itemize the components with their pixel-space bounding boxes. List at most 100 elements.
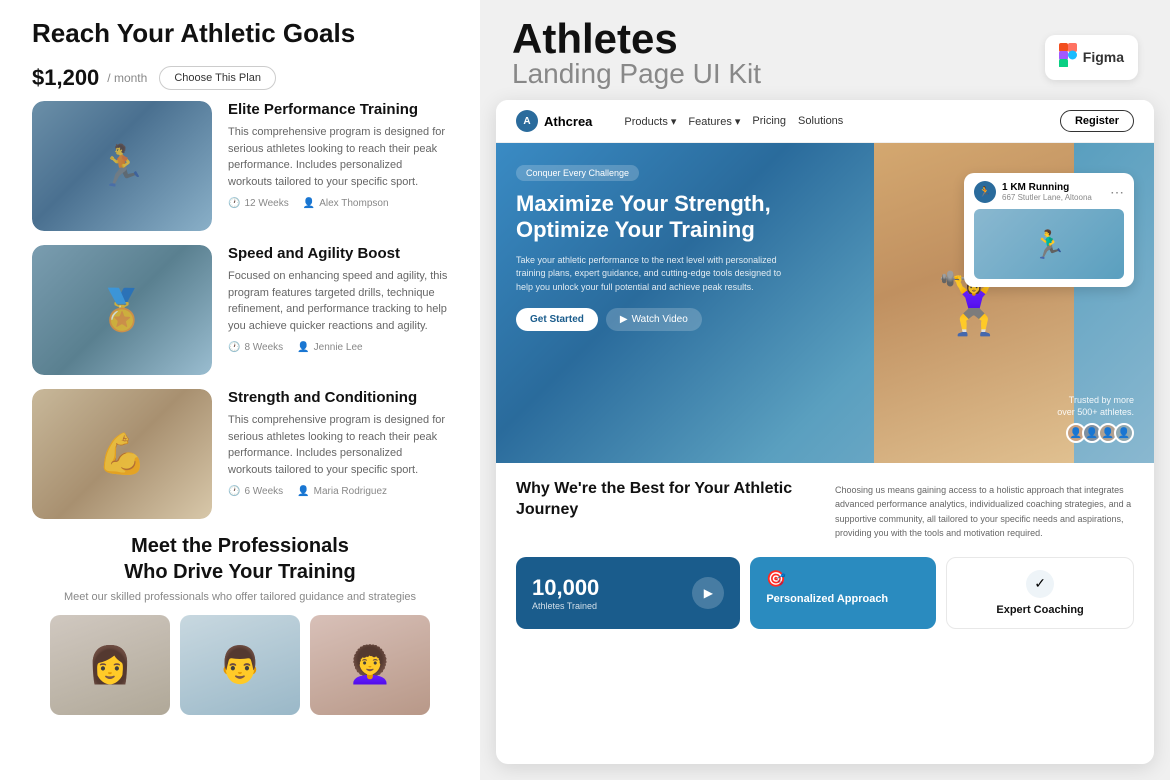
running-card: 🏃 1 KM Running 667 Stutler Lane, Altoona… (964, 173, 1134, 287)
program-title-3: Strength and Conditioning (228, 389, 448, 406)
choose-plan-button[interactable]: Choose This Plan (159, 66, 276, 90)
title-area: Athletes Landing Page UI Kit Figma (480, 0, 1170, 100)
personalized-title: Personalized Approach (766, 593, 920, 605)
program-title-2: Speed and Agility Boost (228, 245, 448, 262)
price-amount: $1,200 (32, 65, 99, 91)
professionals-section: Meet the ProfessionalsWho Drive Your Tra… (32, 533, 448, 715)
avatar-4: 👤 (1114, 423, 1134, 443)
page-title: Reach Your Athletic Goals (32, 0, 448, 61)
professional-card-1 (50, 615, 170, 715)
duration-2: 8 Weeks (244, 342, 283, 353)
personalized-icon: 🎯 (766, 569, 920, 589)
nav-link-products[interactable]: Products ▾ (624, 115, 676, 128)
play-button[interactable]: ▶ (692, 577, 724, 609)
program-meta-2: 🕐 8 Weeks 👤 Jennie Lee (228, 342, 448, 353)
program-info-1: Elite Performance Training This comprehe… (228, 101, 448, 209)
professionals-subtitle: Meet our skilled professionals who offer… (32, 591, 448, 603)
get-started-button[interactable]: Get Started (516, 308, 598, 331)
program-image-1 (32, 101, 212, 231)
right-panel: Athletes Landing Page UI Kit Figma A (480, 0, 1170, 780)
professional-card-3 (310, 615, 430, 715)
hero-title: Maximize Your Strength, Optimize Your Tr… (516, 191, 796, 244)
athletes-number: 10,000 (532, 575, 599, 601)
why-title: Why We're the Best for Your Athletic Jou… (516, 479, 815, 521)
running-card-menu-icon[interactable]: ⋯ (1110, 184, 1124, 201)
hero-buttons: Get Started ▶ Watch Video (516, 308, 796, 331)
hero-description: Take your athletic performance to the ne… (516, 254, 796, 295)
figma-label: Figma (1083, 49, 1124, 65)
left-panel: Reach Your Athletic Goals $1,200 / month… (0, 0, 480, 780)
running-card-header: 🏃 1 KM Running 667 Stutler Lane, Altoona… (974, 181, 1124, 203)
watch-video-label: Watch Video (632, 314, 688, 325)
why-left: Why We're the Best for Your Athletic Jou… (516, 479, 815, 541)
why-right: Choosing us means gaining access to a ho… (835, 479, 1134, 541)
nav-links: Products ▾ Features ▾ Pricing Solutions (624, 115, 843, 128)
stat-card-athletes: 10,000 Athletes Trained ▶ (516, 557, 740, 629)
program-info-3: Strength and Conditioning This comprehen… (228, 389, 448, 497)
pricing-section: $1,200 / month Choose This Plan (32, 61, 448, 91)
running-card-image: 🏃‍♂️ (974, 209, 1124, 279)
logo-icon: A (516, 110, 538, 132)
landing-logo: A Athcrea (516, 110, 592, 132)
kit-subtitle: Landing Page UI Kit (512, 60, 761, 88)
stat-card-coaching: ✓ Expert Coaching (946, 557, 1134, 629)
kit-title-block: Athletes Landing Page UI Kit (512, 18, 761, 88)
play-icon: ▶ (620, 314, 628, 325)
landing-preview: A Athcrea Products ▾ Features ▾ Pricing … (496, 100, 1154, 764)
program-image-3 (32, 389, 212, 519)
landing-hero: Conquer Every Challenge Maximize Your St… (496, 143, 1154, 463)
watch-video-button[interactable]: ▶ Watch Video (606, 308, 702, 331)
running-card-subtitle: 667 Stutler Lane, Altoona (1002, 193, 1092, 202)
nav-link-pricing[interactable]: Pricing (752, 115, 786, 128)
duration-3: 6 Weeks (244, 486, 283, 497)
program-card-3: Strength and Conditioning This comprehen… (32, 389, 448, 519)
why-section: Why We're the Best for Your Athletic Jou… (496, 463, 1154, 557)
program-desc-2: Focused on enhancing speed and agility, … (228, 268, 448, 334)
coach-3: Maria Rodriguez (314, 486, 387, 497)
duration-1: 12 Weeks (244, 198, 288, 209)
figma-icon (1059, 43, 1077, 72)
program-info-2: Speed and Agility Boost Focused on enhan… (228, 245, 448, 353)
nav-link-features[interactable]: Features ▾ (688, 115, 740, 128)
person-icon-1: 👤 (303, 198, 315, 209)
coach-1: Alex Thompson (319, 198, 388, 209)
hero-content: Conquer Every Challenge Maximize Your St… (516, 163, 796, 331)
trusted-text: Trusted by moreover 500+ athletes. (1057, 394, 1134, 419)
program-title-1: Elite Performance Training (228, 101, 448, 118)
register-button[interactable]: Register (1060, 110, 1134, 132)
trusted-avatars: 👤 👤 👤 👤 (1057, 423, 1134, 443)
hero-badge: Conquer Every Challenge (516, 165, 639, 181)
stat-card-personalized: 🎯 Personalized Approach (750, 557, 936, 629)
program-meta-3: 🕐 6 Weeks 👤 Maria Rodriguez (228, 486, 448, 497)
professionals-grid (32, 615, 448, 715)
program-desc-1: This comprehensive program is designed f… (228, 124, 448, 190)
program-card-2: Speed and Agility Boost Focused on enhan… (32, 245, 448, 375)
program-image-2 (32, 245, 212, 375)
trusted-section: Trusted by moreover 500+ athletes. 👤 👤 👤… (1057, 394, 1134, 443)
program-desc-3: This comprehensive program is designed f… (228, 412, 448, 478)
coaching-title: Expert Coaching (996, 604, 1083, 616)
program-card-1: Elite Performance Training This comprehe… (32, 101, 448, 231)
kit-main-title: Athletes (512, 18, 678, 60)
person-icon-2: 👤 (297, 342, 309, 353)
clock-icon-1: 🕐 (228, 198, 240, 209)
figma-badge[interactable]: Figma (1045, 35, 1138, 80)
program-meta-1: 🕐 12 Weeks 👤 Alex Thompson (228, 198, 448, 209)
athletes-label: Athletes Trained (532, 601, 599, 611)
why-description: Choosing us means gaining access to a ho… (835, 483, 1134, 541)
clock-icon-2: 🕐 (228, 342, 240, 353)
coach-2: Jennie Lee (314, 342, 363, 353)
running-card-info: 1 KM Running 667 Stutler Lane, Altoona (1002, 182, 1092, 202)
stat-number-athletes: 10,000 Athletes Trained (532, 575, 599, 611)
professional-card-2 (180, 615, 300, 715)
running-card-title: 1 KM Running (1002, 182, 1092, 193)
landing-nav: A Athcrea Products ▾ Features ▾ Pricing … (496, 100, 1154, 143)
clock-icon-3: 🕐 (228, 486, 240, 497)
stats-section: 10,000 Athletes Trained ▶ 🎯 Personalized… (496, 557, 1154, 645)
logo-text: Athcrea (544, 114, 592, 129)
price-period: / month (107, 71, 147, 85)
check-icon: ✓ (1026, 570, 1054, 598)
nav-link-solutions[interactable]: Solutions (798, 115, 843, 128)
running-icon: 🏃 (974, 181, 996, 203)
person-icon-3: 👤 (297, 486, 309, 497)
